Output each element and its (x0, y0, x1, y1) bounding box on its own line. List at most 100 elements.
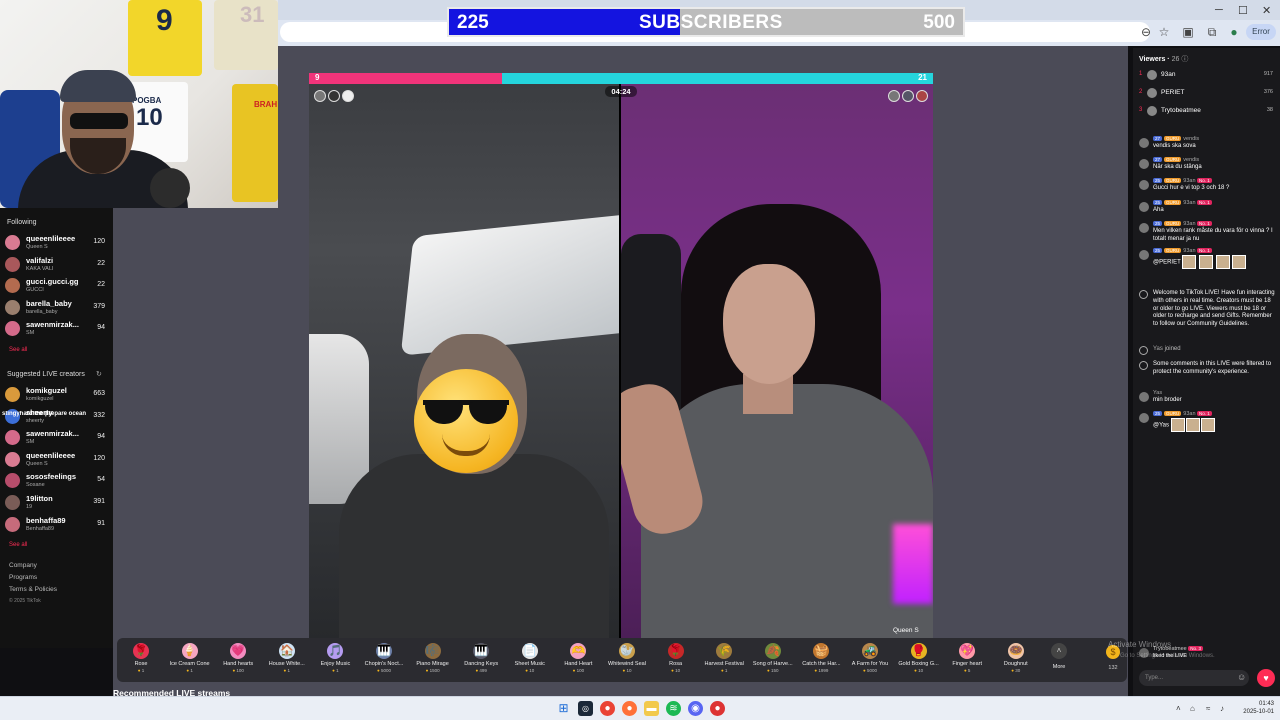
gift-item[interactable]: 🍩 Doughnut ● 30 (992, 641, 1040, 681)
top-viewer-row[interactable]: 2 PERIET 376 (1139, 86, 1275, 102)
refresh-icon[interactable]: ↻ (96, 370, 102, 378)
chat-text-wrap: vendis ska sova (1153, 143, 1275, 151)
host-name-tag[interactable]: Queen S (893, 627, 919, 634)
chat-input[interactable]: Type... (1139, 670, 1249, 686)
chat-user[interactable]: vendis (1183, 136, 1199, 142)
gift-more-button[interactable]: ˄ More (1035, 641, 1083, 681)
gift-item[interactable]: 🦭 Whitewind Seal ● 10 (603, 641, 651, 681)
following-item[interactable]: barella_baby barella_baby 379 (5, 298, 109, 318)
suggested-creator-item[interactable]: komikguzel komikguzel 663 (5, 385, 109, 405)
gift-name: Hand hearts (223, 661, 254, 667)
right-supporter-avatar[interactable] (902, 90, 914, 102)
app-icon[interactable]: ● (710, 701, 725, 716)
chat-user[interactable]: 93an (1183, 221, 1195, 227)
gift-item[interactable]: 🚜 A Farm for You ● 5000 (846, 641, 894, 681)
following-item[interactable]: valifalzi KAKA VALI 22 (5, 255, 109, 275)
following-item[interactable]: queeenlileeee Queen S 120 (5, 233, 109, 253)
gift-item[interactable]: 🎼 Piano Mirage ● 1500 (409, 641, 457, 681)
extension-icon[interactable]: ▣ (1180, 24, 1196, 40)
gift-item[interactable]: 🎵 Enjoy Music ● 1 (311, 641, 359, 681)
left-supporter-avatar[interactable] (342, 90, 354, 102)
close-icon[interactable]: ✕ (1262, 4, 1271, 17)
gift-item[interactable]: 🌹 Rose ● 1 (117, 641, 165, 681)
gift-item[interactable]: 🧺 Catch the Har... ● 1999 (797, 641, 845, 681)
gift-item[interactable]: 🎹 Chopin's Noct... ● 5000 (360, 641, 408, 681)
chat-user[interactable]: 93an (1183, 248, 1195, 254)
zoom-icon[interactable]: ⊖ (1138, 24, 1154, 40)
footer-terms-link[interactable]: Terms & Policies (9, 586, 57, 593)
volume-icon[interactable]: ♪ (1220, 704, 1224, 713)
viewers-header[interactable]: Viewers · 26 ⓘ (1139, 54, 1188, 64)
clock-time: 01:43 (1258, 701, 1274, 707)
gift-icon: 🍦 (181, 643, 198, 659)
gift-item[interactable]: 🌹 Rosa ● 10 (652, 641, 700, 681)
gift-item[interactable]: 🌾 Harvest Festival ● 1 (700, 641, 748, 681)
chat-avatar[interactable] (1139, 223, 1149, 233)
chat-avatar[interactable] (1139, 250, 1149, 260)
profile-error-button[interactable]: Error (1246, 24, 1276, 40)
discord-icon[interactable]: ◉ (688, 701, 703, 716)
bookmark-star-icon[interactable]: ☆ (1156, 24, 1172, 40)
chat-avatar[interactable] (1139, 202, 1149, 212)
chat-user[interactable]: Yas (1153, 390, 1162, 396)
gift-item[interactable]: 🏠 House White... ● 1 (263, 641, 311, 681)
chrome-icon[interactable]: ● (600, 701, 615, 716)
suggested-creator-item[interactable]: sawenmirzak... SM 94 (5, 428, 109, 448)
suggested-creator-item[interactable]: 19litton 19 391 (5, 493, 109, 513)
gift-item[interactable]: 🍂 Song of Harve... ● 150 (749, 641, 797, 681)
top-viewer-row[interactable]: 3 Trytobeatmee 38 (1139, 104, 1275, 120)
gift-icon: 🎼 (424, 643, 441, 659)
firefox-icon[interactable]: ● (622, 701, 637, 716)
gift-item[interactable]: 📄 Sheet Music ● 10 (506, 641, 554, 681)
following-item[interactable]: gucci.gucci.gg GUCCI 22 (5, 276, 109, 296)
gift-item[interactable]: 🍦 Ice Cream Cone ● 1 (166, 641, 214, 681)
gift-item[interactable]: 💖 Finger heart ● 5 (943, 641, 991, 681)
jersey-number: 10 (136, 104, 163, 131)
minimize-icon[interactable]: ─ (1215, 4, 1223, 16)
chat-avatar[interactable] (1139, 138, 1149, 148)
chat-user[interactable]: vendis (1183, 157, 1199, 163)
chat-avatar[interactable] (1139, 413, 1149, 423)
gift-item[interactable]: 🫶 Hand Heart ● 100 (554, 641, 602, 681)
gift-icon: 🌾 (716, 643, 733, 659)
suggested-creator-item[interactable]: benhaffa89 Benhaffa89 91 (5, 515, 109, 535)
left-supporter-avatar[interactable] (328, 90, 340, 102)
gift-item[interactable]: 🥊 Gold Boxing G... ● 10 (895, 641, 943, 681)
see-all-following-link[interactable]: See all (9, 347, 27, 353)
viewer-name: 93an (1161, 71, 1176, 78)
chat-avatar[interactable] (1139, 180, 1149, 190)
spotify-icon[interactable]: ≋ (666, 701, 681, 716)
suggested-creator-item[interactable]: sososfeelings Sosane 54 (5, 471, 109, 491)
joined-user[interactable]: Yas (1153, 346, 1163, 352)
rank-badge: No. 1 (1197, 411, 1212, 416)
steam-icon[interactable]: ◎ (578, 701, 593, 716)
chat-avatar[interactable] (1139, 159, 1149, 169)
chat-user[interactable]: 93an (1183, 178, 1195, 184)
top-viewer-row[interactable]: 1 93an 917 (1139, 68, 1275, 84)
windows-start-icon[interactable]: ⊞ (556, 701, 571, 716)
suggested-creator-item[interactable]: queeenlileeee Queen S 120 (5, 450, 109, 470)
gift-item[interactable]: 💗 Hand hearts ● 100 (214, 641, 262, 681)
footer-programs-link[interactable]: Programs (9, 574, 37, 581)
maximize-icon[interactable]: ☐ (1238, 4, 1248, 17)
chevron-up-icon[interactable]: ˄ (1176, 704, 1181, 713)
chat-user[interactable]: 93an (1183, 411, 1195, 417)
following-item[interactable]: sawenmirzak... SM 94 (5, 319, 109, 339)
puzzle-icon[interactable]: ⧉ (1204, 24, 1220, 40)
emoji-icon[interactable]: ☺ (1237, 672, 1246, 682)
system-clock[interactable]: 01:43 2025-10-01 (1238, 700, 1274, 716)
right-supporter-avatar[interactable] (916, 90, 928, 102)
chat-user[interactable]: 93an (1183, 200, 1195, 206)
gift-icon: 🍂 (764, 643, 781, 659)
network-icon[interactable]: ⌂ (1190, 704, 1195, 713)
wifi-icon[interactable]: ≈ (1206, 704, 1210, 713)
left-supporter-avatar[interactable] (314, 90, 326, 102)
right-supporter-avatar[interactable] (888, 90, 900, 102)
gift-item[interactable]: 🎹 Dancing Keys ● 499 (457, 641, 505, 681)
footer-company-link[interactable]: Company (9, 562, 37, 569)
see-all-suggested-link[interactable]: See all (9, 542, 27, 548)
file-explorer-icon[interactable]: ▬ (644, 701, 659, 716)
account-icon[interactable]: ● (1226, 24, 1242, 40)
like-heart-button[interactable]: ♥ (1257, 669, 1275, 687)
chat-avatar[interactable] (1139, 392, 1149, 402)
